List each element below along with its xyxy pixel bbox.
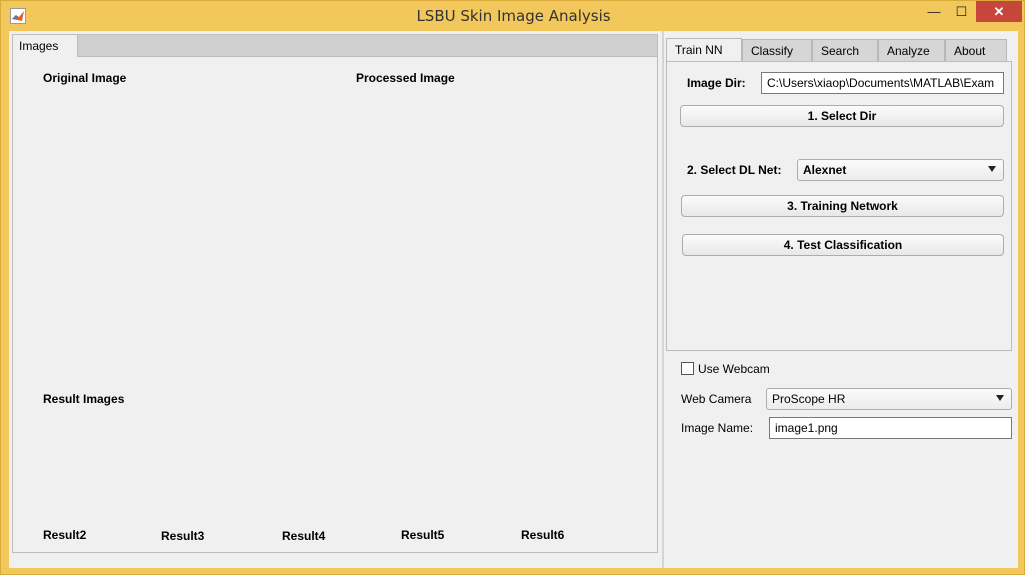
result-images-label: Result Images <box>43 392 125 406</box>
train-nn-tab-body: Image Dir: C:\Users\xiaop\Documents\MATL… <box>666 61 1012 351</box>
image-name-label: Image Name: <box>681 421 754 435</box>
tab-about[interactable]: About <box>945 39 1007 61</box>
images-tabstrip <box>12 34 658 57</box>
training-network-button[interactable]: 3. Training Network <box>681 195 1004 217</box>
window-title: LSBU Skin Image Analysis <box>416 7 611 25</box>
use-webcam-label: Use Webcam <box>698 362 770 376</box>
use-webcam-checkbox[interactable] <box>681 362 694 375</box>
tab-images[interactable]: Images <box>12 34 78 58</box>
tab-classify-label: Classify <box>751 44 794 58</box>
close-button[interactable]: ✕ <box>976 1 1022 22</box>
result4-label: Result4 <box>282 529 326 543</box>
web-camera-selected: ProScope HR <box>772 392 846 406</box>
tab-train-nn[interactable]: Train NN <box>666 38 742 62</box>
chevron-down-icon <box>988 166 996 172</box>
app-window: LSBU Skin Image Analysis — ☐ ✕ Images Or… <box>0 0 1025 575</box>
result3-label: Result3 <box>161 529 205 543</box>
tab-analyze-label: Analyze <box>887 44 930 58</box>
original-image-label: Original Image <box>43 71 127 85</box>
result6-label: Result6 <box>521 528 565 542</box>
web-camera-dropdown[interactable]: ProScope HR <box>766 388 1012 410</box>
result5-label: Result5 <box>401 528 445 542</box>
web-camera-label: Web Camera <box>681 392 752 406</box>
image-dir-label: Image Dir: <box>687 76 746 90</box>
result2-label: Result2 <box>43 528 87 542</box>
dl-net-selected: Alexnet <box>803 163 847 177</box>
minimize-button[interactable]: — <box>921 1 947 22</box>
tab-search[interactable]: Search <box>812 39 878 61</box>
tab-search-label: Search <box>821 44 860 58</box>
tab-about-label: About <box>954 44 986 58</box>
images-tab-body: Original Image Processed Image Result Im… <box>12 57 658 553</box>
right-tabstrip: Train NN Classify Search Analyze About <box>666 38 1012 62</box>
dl-net-dropdown[interactable]: Alexnet <box>797 159 1004 181</box>
title-bar[interactable]: LSBU Skin Image Analysis — ☐ ✕ <box>1 1 1025 31</box>
processed-image-label: Processed Image <box>356 71 455 85</box>
chevron-down-icon <box>996 395 1004 401</box>
select-dir-button[interactable]: 1. Select Dir <box>680 105 1004 127</box>
client-area: Images Original Image Processed Image Re… <box>9 31 1018 568</box>
tab-classify[interactable]: Classify <box>742 39 812 61</box>
panel-divider[interactable] <box>662 31 664 568</box>
select-dl-net-label: 2. Select DL Net: <box>687 163 782 177</box>
tab-train-nn-label: Train NN <box>675 43 723 57</box>
image-dir-field[interactable]: C:\Users\xiaop\Documents\MATLAB\Exam <box>761 72 1004 94</box>
maximize-button[interactable]: ☐ <box>948 1 975 22</box>
test-classification-button[interactable]: 4. Test Classification <box>682 234 1004 256</box>
image-name-field[interactable]: image1.png <box>769 417 1012 439</box>
tab-images-label: Images <box>19 39 59 53</box>
tab-analyze[interactable]: Analyze <box>878 39 945 61</box>
images-panel: Images Original Image Processed Image Re… <box>9 31 661 567</box>
